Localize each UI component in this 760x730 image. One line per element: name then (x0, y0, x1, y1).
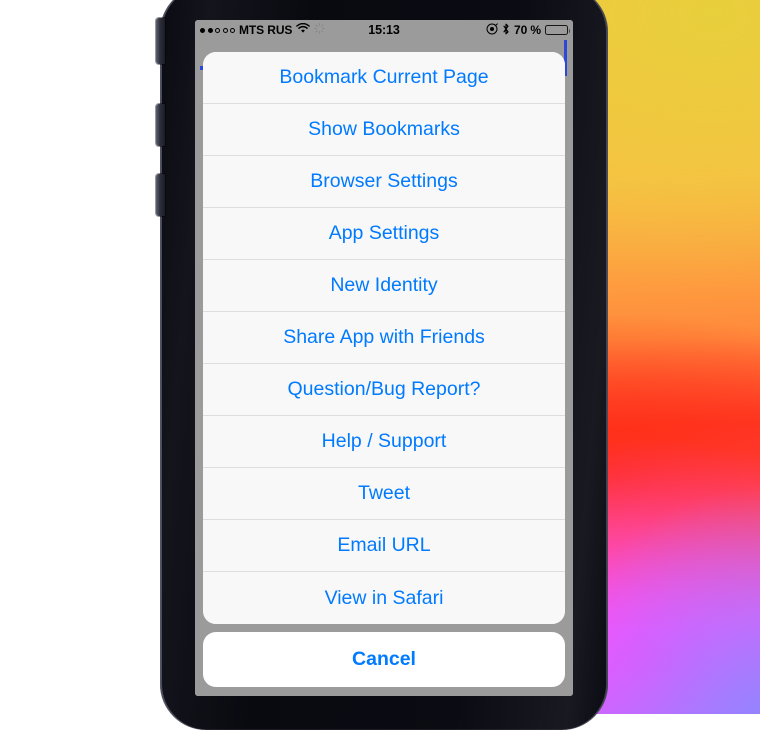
bluetooth-icon (502, 23, 510, 38)
volume-down-button[interactable] (156, 174, 165, 216)
battery-icon (545, 24, 570, 36)
location-services-icon (486, 22, 498, 38)
status-bar: MTS RUS 15:13 70 % (195, 20, 573, 40)
action-item-share-app-with-friends[interactable]: Share App with Friends (203, 312, 565, 364)
status-bar-right: 70 % (486, 22, 570, 38)
action-item-question-bug-report[interactable]: Question/Bug Report? (203, 364, 565, 416)
action-item-show-bookmarks[interactable]: Show Bookmarks (203, 104, 565, 156)
action-item-tweet[interactable]: Tweet (203, 468, 565, 520)
phone-device: MTS RUS 15:13 70 % Bookmark Current Page… (156, 0, 608, 730)
action-item-bookmark-current-page[interactable]: Bookmark Current Page (203, 52, 565, 104)
action-item-app-settings[interactable]: App Settings (203, 208, 565, 260)
sync-spinner-icon (314, 23, 326, 37)
status-bar-left: MTS RUS (200, 22, 326, 37)
cancel-button[interactable]: Cancel (203, 632, 565, 687)
action-item-help-support[interactable]: Help / Support (203, 416, 565, 468)
action-item-view-in-safari[interactable]: View in Safari (203, 572, 565, 624)
silent-switch-button[interactable] (156, 18, 165, 64)
action-sheet: Bookmark Current Page Show Bookmarks Bro… (203, 52, 565, 687)
wifi-icon (296, 22, 311, 37)
action-sheet-items-group: Bookmark Current Page Show Bookmarks Bro… (203, 52, 565, 624)
battery-percent-label: 70 % (514, 23, 541, 37)
signal-strength-icon (200, 27, 235, 33)
phone-screen: MTS RUS 15:13 70 % Bookmark Current Page… (195, 20, 573, 696)
volume-up-button[interactable] (156, 104, 165, 146)
action-item-email-url[interactable]: Email URL (203, 520, 565, 572)
action-item-new-identity[interactable]: New Identity (203, 260, 565, 312)
action-item-browser-settings[interactable]: Browser Settings (203, 156, 565, 208)
carrier-label: MTS RUS (239, 23, 293, 37)
